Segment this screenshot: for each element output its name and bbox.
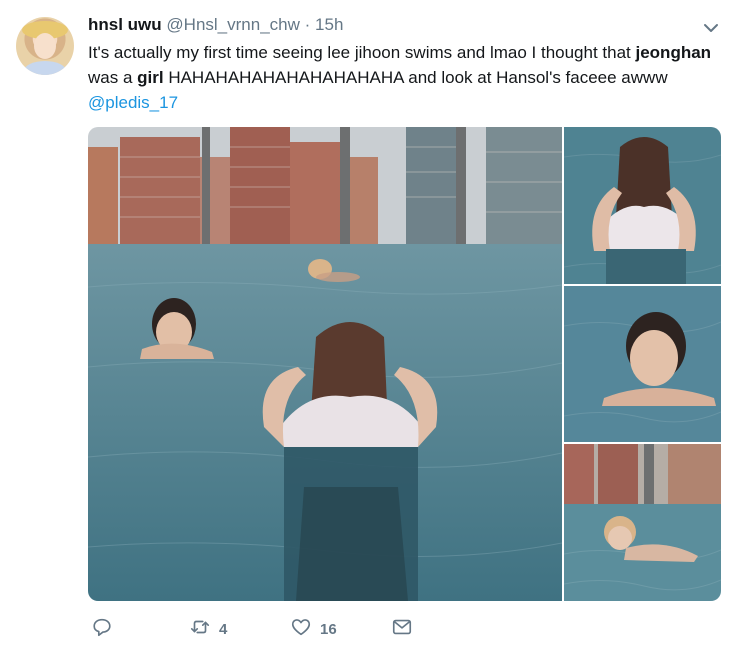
tweet-text-part: HAHAHAHAHAHAHAHAHAHA and look at Hansol'…: [163, 68, 668, 87]
photo-side-2[interactable]: [564, 286, 721, 442]
like-count: 16: [320, 620, 337, 638]
retweet-icon: [189, 616, 211, 643]
photo-main[interactable]: [88, 127, 562, 601]
mention-link[interactable]: @pledis_17: [88, 93, 178, 112]
tweet-text-bold: jeonghan: [635, 43, 712, 62]
photo-side-1[interactable]: [564, 127, 721, 284]
tweet-text-part: It's actually my first time seeing lee j…: [88, 43, 636, 62]
reply-button[interactable]: [91, 617, 121, 641]
reply-icon: [91, 616, 113, 643]
tweet-header: hnsl uwu @Hnsl_vrnn_chw · 15h: [88, 14, 343, 36]
avatar[interactable]: [16, 17, 74, 75]
separator-dot: ·: [304, 15, 311, 34]
retweet-button[interactable]: 4: [189, 617, 227, 641]
heart-icon: [290, 616, 312, 643]
photo-side-3[interactable]: [564, 444, 721, 601]
tweet-card[interactable]: hnsl uwu @Hnsl_vrnn_chw · 15h It's actua…: [0, 0, 732, 658]
like-button[interactable]: 16: [290, 617, 337, 641]
envelope-icon: [391, 616, 413, 643]
display-name[interactable]: hnsl uwu: [88, 15, 162, 34]
media-grid: [88, 127, 721, 601]
chevron-down-icon[interactable]: [701, 18, 721, 38]
direct-message-button[interactable]: [391, 617, 413, 641]
user-handle[interactable]: @Hnsl_vrnn_chw: [166, 15, 299, 34]
tweet-actions: 4 16: [88, 617, 488, 641]
timestamp[interactable]: 15h: [315, 15, 343, 34]
tweet-text-bold: girl: [137, 68, 164, 87]
retweet-count: 4: [219, 620, 228, 638]
tweet-text: It's actually my first time seeing lee j…: [88, 40, 718, 115]
tweet-text-part: was a: [88, 68, 138, 87]
